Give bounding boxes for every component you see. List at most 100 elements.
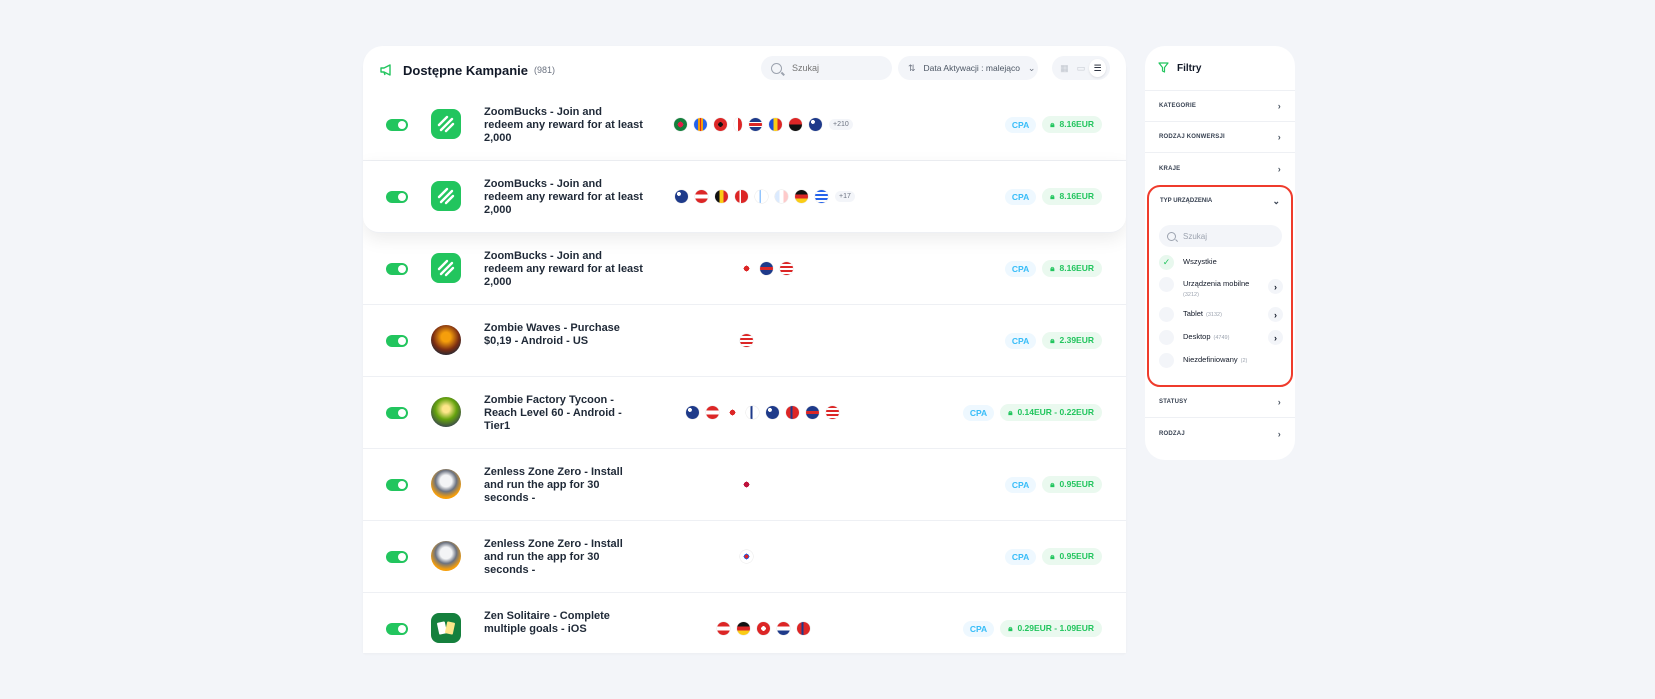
active-toggle[interactable] <box>386 335 408 347</box>
checkbox[interactable] <box>1159 307 1174 322</box>
flag-icon <box>717 622 730 635</box>
country-flags: +17 <box>675 190 855 203</box>
table-row[interactable]: Zombie Waves - Purchase $0,19 - Android … <box>363 305 1126 377</box>
chevron-down-icon: ⌄ <box>1272 195 1280 206</box>
campaign-name[interactable]: Zenless Zone Zero - Install and run the … <box>484 466 644 505</box>
cpa-badge: CPA <box>1004 260 1037 277</box>
flag-icon <box>766 406 779 419</box>
flag-icon <box>760 262 773 275</box>
table-row[interactable]: ZoomBucks - Join and redeem any reward f… <box>363 233 1126 305</box>
campaign-tags: CPA 🔒︎ 8.16EUR <box>1004 116 1102 133</box>
flag-icon <box>789 118 802 131</box>
list-view-icon[interactable]: ☰ <box>1089 59 1107 77</box>
flag-icon <box>675 190 688 203</box>
filter-section-statuses[interactable]: STATUSY › <box>1145 387 1295 418</box>
zoombucks-app-icon <box>431 181 461 211</box>
campaign-name[interactable]: ZoomBucks - Join and redeem any reward f… <box>484 178 644 217</box>
active-toggle[interactable] <box>386 479 408 491</box>
checkbox[interactable] <box>1159 277 1174 292</box>
search-box[interactable] <box>761 56 892 80</box>
table-row[interactable]: Zen Solitaire - Complete multiple goals … <box>363 593 1126 653</box>
filter-section-kind[interactable]: RODZAJ › <box>1145 418 1295 449</box>
flag-icon <box>686 406 699 419</box>
payout-badge: 🔒︎ 0.95EUR <box>1042 476 1102 493</box>
checkmark-icon[interactable]: ✓ <box>1159 255 1174 270</box>
payout-badge: 🔒︎ 8.16EUR <box>1042 188 1102 205</box>
grid-view-icon[interactable]: ▦ <box>1056 59 1073 77</box>
chevron-right-icon[interactable]: › <box>1268 307 1283 322</box>
checkbox[interactable] <box>1159 353 1174 368</box>
active-toggle[interactable] <box>386 551 408 563</box>
zenless-app-icon <box>431 541 461 571</box>
campaign-name[interactable]: Zenless Zone Zero - Install and run the … <box>484 538 644 577</box>
active-toggle[interactable] <box>386 623 408 635</box>
lock-icon: 🔒︎ <box>1050 552 1055 561</box>
campaign-tags: CPA 🔒︎ 8.16EUR <box>1004 188 1102 205</box>
flag-icon <box>706 406 719 419</box>
device-option-tablet[interactable]: Tablet (3132) › <box>1149 307 1291 330</box>
device-option-mobile[interactable]: Urządzenia mobilne (3212) › <box>1149 277 1291 307</box>
flag-icon <box>795 190 808 203</box>
campaign-tags: CPA 🔒︎ 8.16EUR <box>1004 260 1102 277</box>
country-flags <box>740 550 753 563</box>
device-option-all[interactable]: ✓ Wszystkie <box>1149 255 1291 277</box>
device-type-header[interactable]: TYP URZĄDZENIA ⌄ <box>1149 187 1291 215</box>
active-toggle[interactable] <box>386 263 408 275</box>
search-icon <box>771 62 782 74</box>
more-countries-badge[interactable]: +210 <box>829 119 853 130</box>
country-flags <box>740 262 793 275</box>
flag-icon <box>809 118 822 131</box>
sort-icon: ⇅ <box>908 62 916 73</box>
zenless-app-icon <box>431 469 461 499</box>
campaign-name[interactable]: ZoomBucks - Join and redeem any reward f… <box>484 250 644 289</box>
flag-icon <box>737 622 750 635</box>
more-countries-badge[interactable]: +17 <box>835 191 855 202</box>
checkbox[interactable] <box>1159 330 1174 345</box>
flag-icon <box>694 118 707 131</box>
chevron-right-icon[interactable]: › <box>1268 279 1283 294</box>
campaign-name[interactable]: Zombie Factory Tycoon - Reach Level 60 -… <box>484 394 644 433</box>
filter-section-conversion[interactable]: RODZAJ KONWERSJI › <box>1145 122 1295 153</box>
search-input[interactable] <box>790 62 884 74</box>
flag-icon <box>757 622 770 635</box>
device-option-undefined[interactable]: Niezdefiniowany (2) <box>1149 353 1291 373</box>
table-row[interactable]: ZoomBucks - Join and redeem any reward f… <box>363 89 1126 161</box>
filter-section-categories[interactable]: KATEGORIE › <box>1145 91 1295 122</box>
page-title: Dostępne Kampanie <box>403 62 528 78</box>
filter-section-countries[interactable]: KRAJE › <box>1145 153 1295 184</box>
flag-icon <box>740 334 753 347</box>
flag-icon <box>746 406 759 419</box>
zen-solitaire-app-icon <box>431 613 461 643</box>
flag-icon <box>797 622 810 635</box>
active-toggle[interactable] <box>386 119 408 131</box>
zombie-waves-app-icon <box>431 325 461 355</box>
card-view-icon[interactable]: ▭ <box>1073 59 1090 77</box>
zoombucks-app-icon <box>431 109 461 139</box>
sort-dropdown[interactable]: ⇅ Data Aktywacji : malejąco ⌄ <box>898 56 1038 80</box>
cpa-badge: CPA <box>962 404 995 421</box>
chevron-right-icon[interactable]: › <box>1268 330 1283 345</box>
lock-icon: 🔒︎ <box>1050 264 1055 273</box>
funnel-icon <box>1158 61 1169 76</box>
country-flags <box>740 478 753 491</box>
active-toggle[interactable] <box>386 191 408 203</box>
campaign-name[interactable]: Zombie Waves - Purchase $0,19 - Android … <box>484 322 644 348</box>
device-type-filter: TYP URZĄDZENIA ⌄ Szukaj ✓ Wszystkie Urząd… <box>1147 185 1293 387</box>
campaign-name[interactable]: Zen Solitaire - Complete multiple goals … <box>484 610 644 636</box>
campaign-name[interactable]: ZoomBucks - Join and redeem any reward f… <box>484 106 644 145</box>
flag-icon <box>749 118 762 131</box>
flag-icon <box>714 118 727 131</box>
zombie-factory-app-icon <box>431 397 461 427</box>
table-row[interactable]: Zombie Factory Tycoon - Reach Level 60 -… <box>363 377 1126 449</box>
device-search-input[interactable]: Szukaj <box>1159 225 1282 247</box>
table-row[interactable]: Zenless Zone Zero - Install and run the … <box>363 521 1126 593</box>
table-row[interactable]: Zenless Zone Zero - Install and run the … <box>363 449 1126 521</box>
view-switcher: ▦ ▭ ☰ <box>1052 56 1110 80</box>
campaign-tags: CPA 🔒︎ 0.95EUR <box>1004 548 1102 565</box>
flag-icon <box>786 406 799 419</box>
device-option-desktop[interactable]: Desktop (4749) › <box>1149 330 1291 353</box>
active-toggle[interactable] <box>386 407 408 419</box>
table-row[interactable]: ZoomBucks - Join and redeem any reward f… <box>363 161 1126 233</box>
panel-header: Dostępne Kampanie (981) ⇅ Data Aktywacji… <box>363 46 1126 95</box>
country-flags <box>717 622 810 635</box>
